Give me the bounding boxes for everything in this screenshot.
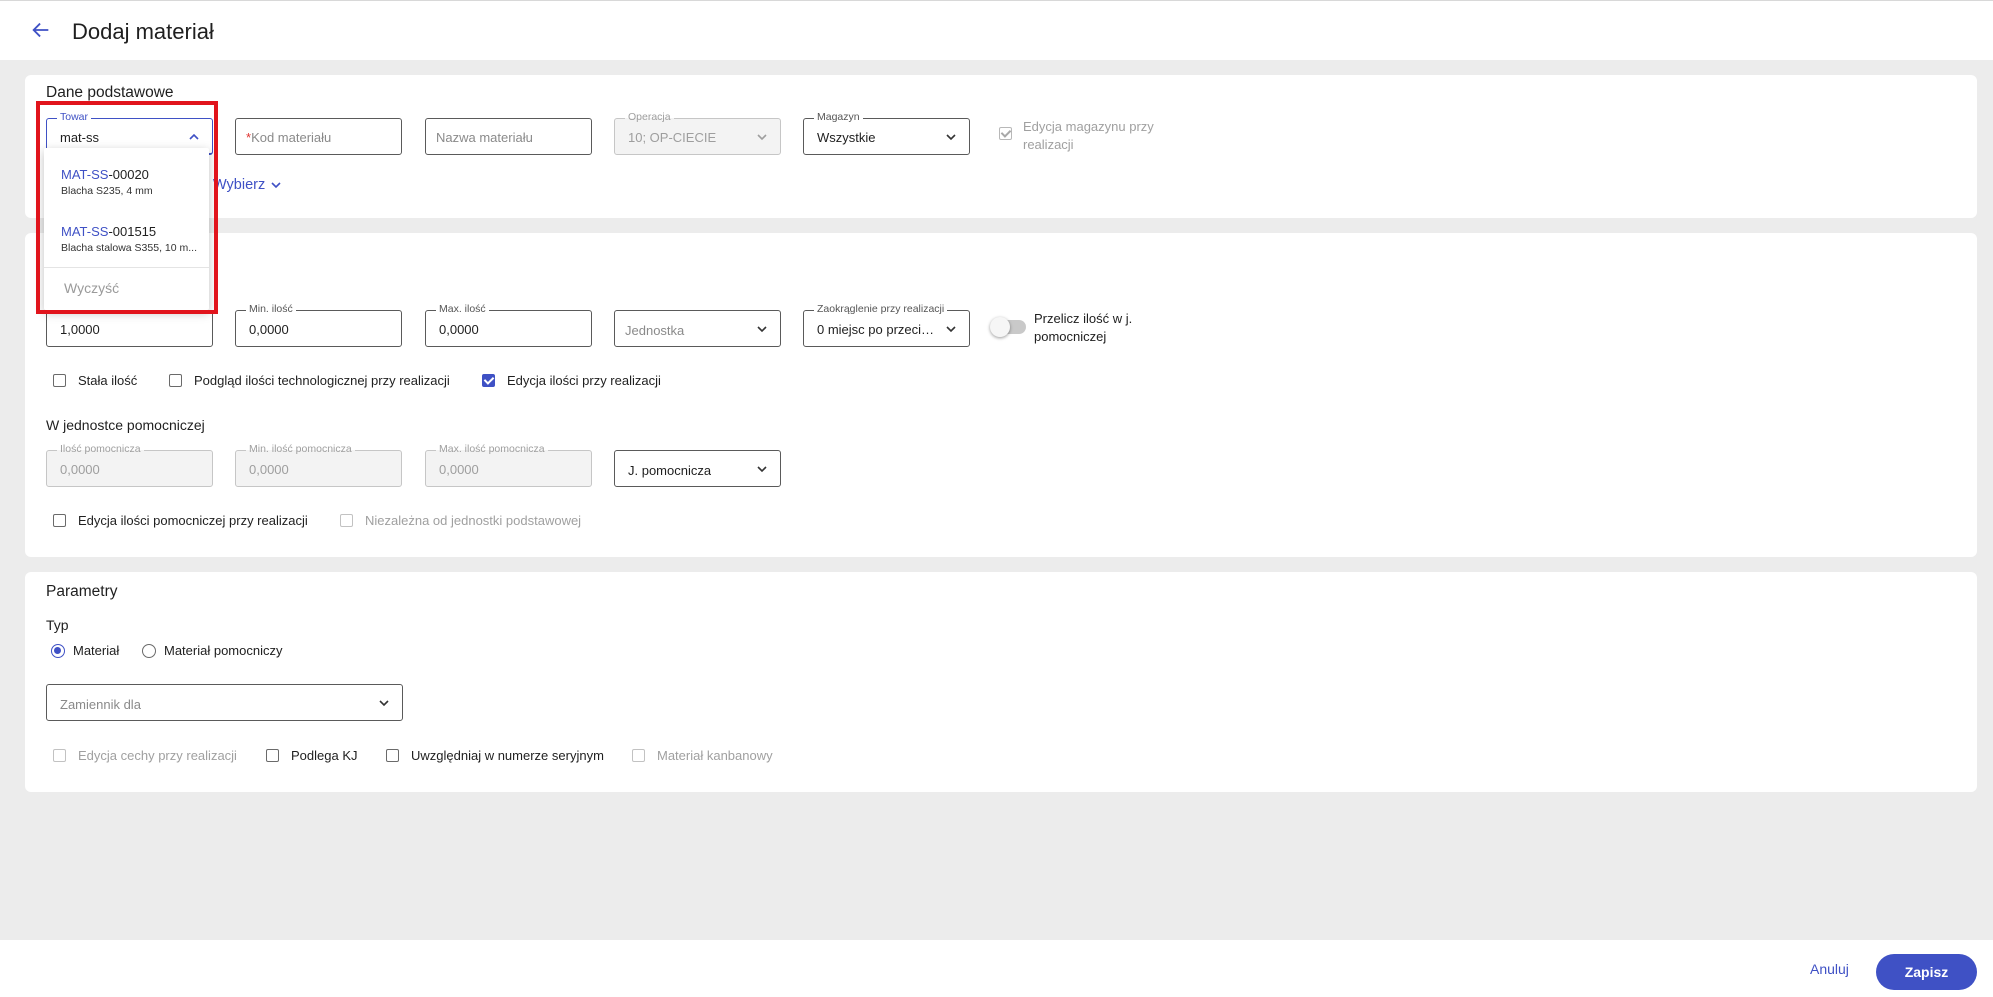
stala-ilosc-checkbox[interactable]: Stała ilość [53,373,137,388]
choose-link[interactable]: Wybierz [213,177,283,193]
edycja-magazynu-checkbox: Edycja magazynu przy realizacji [999,118,1163,154]
przelicz-label: Przelicz ilość w j. pomocniczej [1034,311,1133,344]
max-ilosc-pomocnicza-field: Max. ilość pomocnicza 0,0000 [425,443,592,487]
checkbox-box [482,374,495,387]
max-ilosc-label: Max. ilość [436,303,489,316]
min-ilosc-field[interactable]: Min. ilość 0,0000 [235,303,402,347]
max-ilosc-pomocnicza-label: Max. ilość pomocnicza [436,443,548,456]
ilosc-pomocnicza-field: Ilość pomocnicza 0,0000 [46,443,213,487]
checkbox-box [169,374,182,387]
radio-material-pomocniczy-label: Materiał pomocniczy [164,643,283,658]
edycja-ilosci-checkbox[interactable]: Edycja ilości przy realizacji [482,373,661,388]
kanbanowy-label: Materiał kanbanowy [657,748,773,763]
section-title-aux: W jednostce pomocniczej [46,417,205,433]
page-title: Dodaj materiał [72,19,214,44]
top-bar: Dodaj materiał [0,0,1993,60]
radio-circle [51,643,65,658]
edycja-cechy-checkbox: Edycja cechy przy realizacji [53,748,237,763]
edycja-ilosci-label: Edycja ilości przy realizacji [507,373,661,388]
podglad-ilosci-checkbox[interactable]: Podgląd ilości technologicznej przy real… [169,373,450,388]
chevron-down-icon [271,182,281,189]
quantity-card: 1,0000 Min. ilość 0,0000 Max. ilość 0,00… [25,233,1977,557]
jednostka-placeholder: Jednostka [625,323,685,338]
jednostka-pomocnicza-select[interactable]: J. pomocnicza [614,450,781,487]
checkbox-box [53,374,66,387]
chevron-down-icon[interactable] [944,130,958,144]
section-title-basic: Dane podstawowe [46,84,174,101]
ilosc-field[interactable]: 1,0000 [46,310,213,347]
checkbox-box [53,749,66,762]
chevron-down-icon[interactable] [755,462,769,476]
zaokraglenie-label: Zaokrąglenie przy realizacji [814,303,948,316]
footer-bar: Anuluj Zapisz [0,940,1993,997]
typ-label: Typ [46,617,69,633]
choose-link-label: Wybierz [213,177,266,193]
min-ilosc-value: 0,0000 [249,322,289,337]
cancel-button[interactable]: Anuluj [1810,961,1849,977]
checkbox-box [632,749,645,762]
niezalezna-checkbox: Niezależna od jednostki podstawowej [340,513,581,528]
radio-material-label: Materiał [73,643,120,658]
radio-circle [142,643,156,658]
chevron-down-icon[interactable] [377,696,391,710]
checkbox-box [386,749,399,762]
jednostka-pomocnicza-placeholder: J. pomocnicza [628,463,712,478]
toggle-knob [990,317,1010,337]
niezalezna-label: Niezależna od jednostki podstawowej [365,513,582,528]
section-title-params: Parametry [46,583,118,600]
kod-materialu-placeholder: Kod materiału [251,130,332,145]
nazwa-materialu-placeholder: Nazwa materiału [436,130,533,145]
edycja-cechy-label: Edycja cechy przy realizacji [78,748,237,763]
parameters-card: Parametry Typ Materiał Materiał pomocnic… [25,572,1977,792]
ilosc-pomocnicza-value: 0,0000 [60,462,100,477]
min-ilosc-pomocnicza-label: Min. ilość pomocnicza [246,443,355,456]
podlega-kj-checkbox[interactable]: Podlega KJ [266,748,358,763]
operacja-label: Operacja [625,111,674,124]
radio-material-pomocniczy[interactable]: Materiał pomocniczy [142,643,283,658]
podlega-kj-label: Podlega KJ [291,748,358,763]
edycja-magazynu-label: Edycja magazynu przy realizacji [1023,119,1154,152]
zaokraglenie-select[interactable]: Zaokrąglenie przy realizacji 0 miejsc po… [803,303,970,347]
back-arrow-icon[interactable] [30,19,56,43]
kanbanowy-checkbox: Materiał kanbanowy [632,748,773,763]
edycja-pomocniczej-label: Edycja ilości pomocniczej przy realizacj… [78,513,308,528]
podglad-ilosci-label: Podgląd ilości technologicznej przy real… [194,373,450,388]
checkbox-box [266,749,279,762]
highlight-frame [36,101,218,314]
zamiennik-select[interactable]: Zamiennik dla [46,684,403,721]
ilosc-value: 1,0000 [60,322,100,337]
basic-data-card: Dane podstawowe Towar mat-ss *Kod materi… [25,75,1977,218]
uwzgledniaj-checkbox[interactable]: Uwzględniaj w numerze seryjnym [386,748,604,763]
save-button[interactable]: Zapisz [1876,954,1977,990]
checkbox-box [999,127,1012,140]
uwzgledniaj-label: Uwzględniaj w numerze seryjnym [411,748,604,763]
zamiennik-placeholder: Zamiennik dla [60,697,141,712]
magazyn-label: Magazyn [814,111,863,124]
max-ilosc-value: 0,0000 [439,322,479,337]
zaokraglenie-value: 0 miejsc po przecin... [817,322,937,337]
jednostka-select[interactable]: Jednostka [614,310,781,347]
nazwa-materialu-field[interactable]: Nazwa materiału [425,118,592,155]
checkbox-box [53,514,66,527]
chevron-down-icon[interactable] [944,322,958,336]
operacja-value: 10; OP-CIECIE [628,130,717,145]
min-ilosc-label: Min. ilość [246,303,296,316]
chevron-down-icon[interactable] [755,322,769,336]
min-ilosc-pomocnicza-value: 0,0000 [249,462,289,477]
magazyn-select[interactable]: Magazyn Wszystkie [803,111,970,155]
operacja-select: Operacja 10; OP-CIECIE [614,111,781,155]
min-ilosc-pomocnicza-field: Min. ilość pomocnicza 0,0000 [235,443,402,487]
magazyn-value: Wszystkie [817,130,876,145]
kod-materialu-field[interactable]: *Kod materiału [235,118,402,155]
chevron-down-icon [757,134,767,141]
checkbox-box [340,514,353,527]
radio-material[interactable]: Materiał [51,643,119,658]
edycja-pomocniczej-checkbox[interactable]: Edycja ilości pomocniczej przy realizacj… [53,513,308,528]
ilosc-pomocnicza-label: Ilość pomocnicza [57,443,144,456]
stala-ilosc-label: Stała ilość [78,373,138,388]
max-ilosc-pomocnicza-value: 0,0000 [439,462,479,477]
max-ilosc-field[interactable]: Max. ilość 0,0000 [425,303,592,347]
przelicz-toggle[interactable] [990,317,1026,337]
